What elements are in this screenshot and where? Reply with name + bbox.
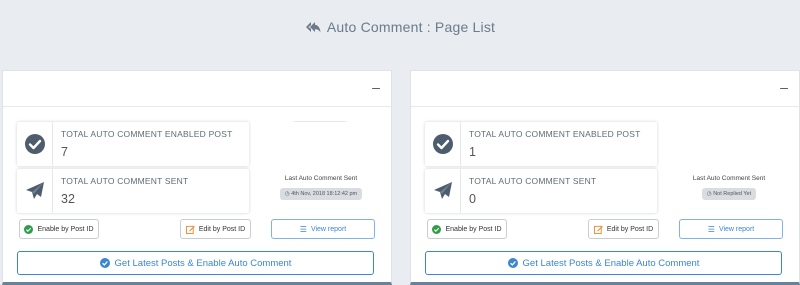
last-sent-value: Not Replied Yet: [713, 191, 752, 197]
get-latest-posts-button[interactable]: Get Latest Posts & Enable Auto Comment: [425, 251, 782, 275]
last-sent-value: 4th Nov, 2018 18:12:42 pm: [291, 191, 358, 197]
enabled-post-stat: TOTAL AUTO COMMENT ENABLED POST 1: [425, 122, 657, 166]
list-icon: ☰: [707, 224, 715, 234]
page-header: Auto Comment : Page List: [0, 0, 800, 53]
panel-header: –: [3, 71, 391, 107]
edit-by-post-id-label: Edit by Post ID: [606, 225, 654, 233]
get-latest-posts-button[interactable]: Get Latest Posts & Enable Auto Comment: [17, 251, 374, 275]
edit-by-post-id-label: Edit by Post ID: [198, 225, 246, 233]
enable-by-post-id-label: Enable by Post ID: [37, 225, 94, 233]
sent-count: 0: [469, 192, 476, 206]
check-circle-icon: [99, 258, 110, 268]
edit-icon: [593, 225, 603, 234]
check-circle-icon: [17, 122, 53, 166]
enabled-post-count: 1: [469, 145, 476, 159]
clock-icon: ◷: [284, 191, 290, 197]
enable-by-post-id-label: Enable by Post ID: [445, 225, 502, 233]
reply-all-icon: [305, 20, 321, 34]
enabled-post-label: TOTAL AUTO COMMENT ENABLED POST: [61, 129, 233, 139]
sent-count: 32: [61, 192, 75, 206]
sent-label: TOTAL AUTO COMMENT SENT: [61, 176, 189, 186]
last-sent-badge: ◷ Not Replied Yet: [701, 188, 757, 200]
sent-stat: TOTAL AUTO COMMENT SENT 32: [17, 169, 249, 213]
view-report-label: View report: [718, 225, 755, 233]
collapse-button[interactable]: –: [779, 79, 789, 95]
check-circle-icon: [24, 224, 34, 234]
view-report-button[interactable]: ☰ View report: [271, 219, 375, 239]
page-avatar: [701, 121, 755, 167]
panel-header: –: [411, 71, 799, 107]
enabled-post-count: 7: [61, 145, 68, 159]
page-panel-2: – TOTAL AUTO COMMENT ENABLED POST 1 TOTA…: [410, 70, 800, 285]
enable-by-post-id-button[interactable]: Enable by Post ID: [19, 219, 99, 239]
sent-label: TOTAL AUTO COMMENT SENT: [469, 176, 597, 186]
get-latest-posts-label: Get Latest Posts & Enable Auto Comment: [522, 257, 700, 269]
edit-by-post-id-button[interactable]: Edit by Post ID: [588, 219, 659, 239]
last-sent-box: Last Auto Comment Sent ◷ Not Replied Yet: [673, 175, 785, 200]
last-sent-label: Last Auto Comment Sent: [284, 175, 358, 182]
page-avatar: [293, 121, 347, 167]
clock-icon: ◷: [706, 191, 712, 197]
enabled-post-label: TOTAL AUTO COMMENT ENABLED POST: [469, 129, 641, 139]
last-sent-label: Last Auto Comment Sent: [692, 175, 766, 182]
paper-plane-icon: [425, 169, 461, 213]
view-report-label: View report: [310, 225, 347, 233]
collapse-button[interactable]: –: [371, 79, 381, 95]
page-title: Auto Comment : Page List: [326, 18, 496, 35]
last-sent-box: Last Auto Comment Sent ◷ 4th Nov, 2018 1…: [265, 175, 377, 200]
edit-by-post-id-button[interactable]: Edit by Post ID: [180, 219, 251, 239]
check-circle-icon: [432, 224, 442, 234]
paper-plane-icon: [17, 169, 53, 213]
enabled-post-stat: TOTAL AUTO COMMENT ENABLED POST 7: [17, 122, 249, 166]
sent-stat: TOTAL AUTO COMMENT SENT 0: [425, 169, 657, 213]
get-latest-posts-label: Get Latest Posts & Enable Auto Comment: [114, 257, 292, 269]
check-circle-icon: [507, 258, 518, 268]
last-sent-badge: ◷ 4th Nov, 2018 18:12:42 pm: [279, 188, 363, 200]
page-panel-1: – TOTAL AUTO COMMENT ENABLED POST 7 TOTA…: [2, 70, 392, 285]
check-circle-icon: [425, 122, 461, 166]
view-report-button[interactable]: ☰ View report: [679, 219, 783, 239]
edit-icon: [185, 225, 195, 234]
enable-by-post-id-button[interactable]: Enable by Post ID: [427, 219, 507, 239]
list-icon: ☰: [299, 224, 307, 234]
